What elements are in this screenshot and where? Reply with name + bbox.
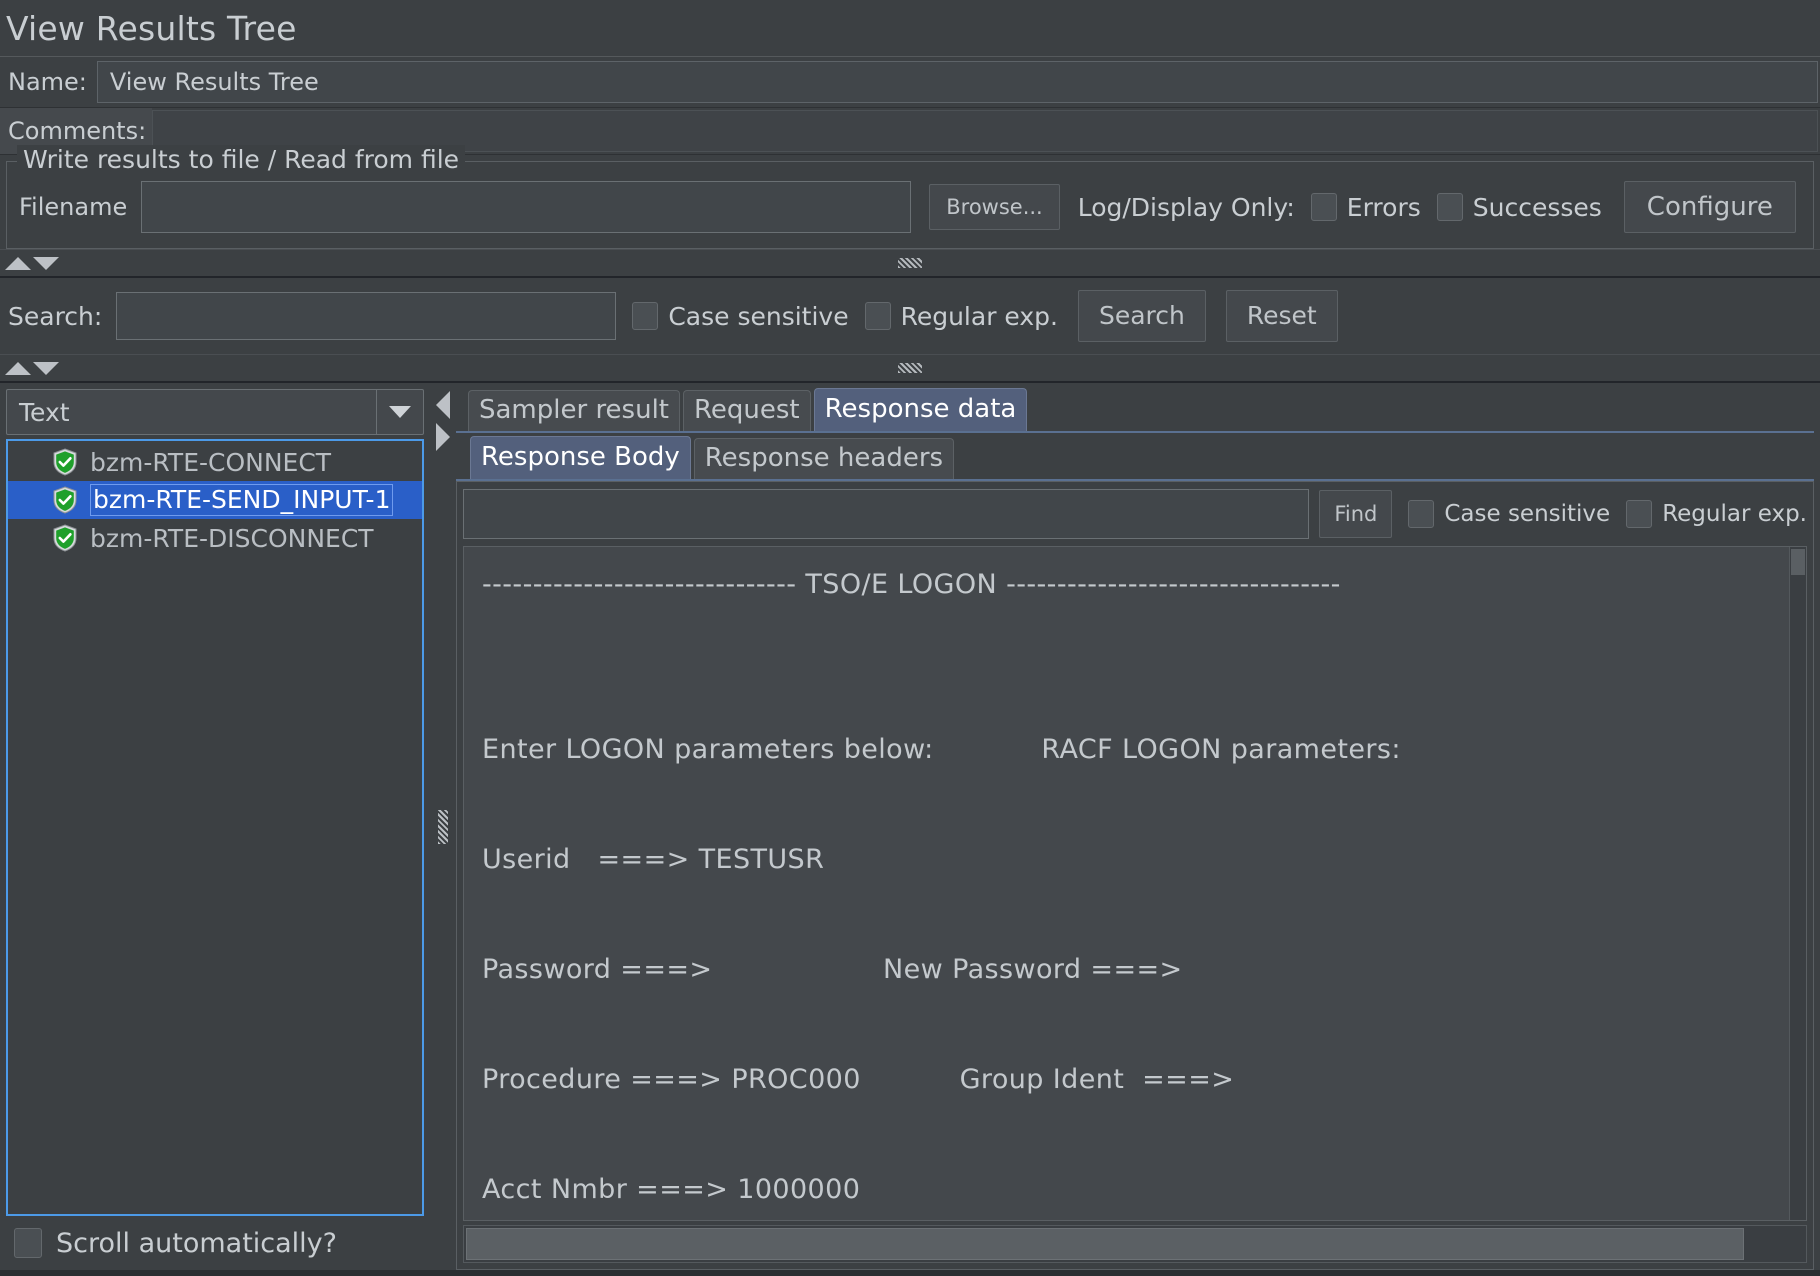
- tree-item-label: bzm-RTE-CONNECT: [90, 447, 332, 477]
- find-case-sensitive-label: Case sensitive: [1444, 501, 1611, 527]
- splitter-grip-icon[interactable]: [438, 809, 448, 844]
- filename-label: Filename: [19, 193, 128, 221]
- reset-button[interactable]: Reset: [1225, 290, 1338, 342]
- left-pane: Text bzm-RTE-CONNECT bzm-RTE-SEND_INPUT-…: [0, 383, 430, 1270]
- page-title: View Results Tree: [6, 8, 297, 48]
- errors-checkbox[interactable]: [1310, 193, 1337, 221]
- right-pane: Sampler result Request Response data Res…: [456, 383, 1820, 1270]
- browse-button[interactable]: Browse...: [929, 184, 1060, 230]
- splitter-collapse-arrows[interactable]: [0, 256, 59, 270]
- tree-item-label: bzm-RTE-SEND_INPUT-1: [90, 484, 394, 516]
- view-results-tree-window: View Results Tree Name: View Results Tre…: [0, 0, 1820, 1276]
- search-regular-exp-label: Regular exp.: [900, 301, 1058, 331]
- triangle-up-icon[interactable]: [5, 256, 31, 270]
- scroll-automatically-checkbox[interactable]: [14, 1228, 42, 1258]
- find-input[interactable]: [463, 489, 1310, 539]
- search-label: Search:: [8, 301, 103, 331]
- success-shield-icon: [52, 486, 78, 514]
- configure-button[interactable]: Configure: [1623, 181, 1796, 233]
- scroll-automatically-label: Scroll automatically?: [56, 1227, 337, 1259]
- response-body-viewer[interactable]: ------------------------------- TSO/E LO…: [463, 546, 1807, 1221]
- main-split-area: Text bzm-RTE-CONNECT bzm-RTE-SEND_INPUT-…: [0, 381, 1820, 1270]
- scrollbar-thumb[interactable]: [1791, 549, 1805, 575]
- success-shield-icon: [52, 448, 78, 476]
- triangle-up-icon[interactable]: [5, 361, 31, 375]
- find-regular-exp-checkbox[interactable]: [1626, 500, 1653, 528]
- renderer-select[interactable]: Text: [6, 389, 424, 435]
- tree-item-send-input-1[interactable]: bzm-RTE-SEND_INPUT-1: [8, 481, 422, 519]
- results-tree[interactable]: bzm-RTE-CONNECT bzm-RTE-SEND_INPUT-1 bzm…: [6, 439, 424, 1216]
- search-row: Search: Case sensitive Regular exp. Sear…: [0, 276, 1820, 354]
- write-results-group: Write results to file / Read from file F…: [6, 145, 1814, 249]
- tree-item-connect[interactable]: bzm-RTE-CONNECT: [8, 443, 422, 481]
- response-body-horizontal-scrollbar[interactable]: [463, 1225, 1807, 1263]
- search-case-sensitive-label: Case sensitive: [668, 301, 849, 331]
- tab-sampler-result[interactable]: Sampler result: [468, 390, 680, 431]
- search-case-sensitive-checkbox[interactable]: [632, 302, 659, 330]
- chevron-down-icon[interactable]: [376, 390, 423, 434]
- success-shield-icon: [52, 524, 78, 552]
- response-body-text: ------------------------------- TSO/E LO…: [482, 569, 1401, 1205]
- result-tabs: Sampler result Request Response data: [456, 388, 1814, 433]
- name-row: Name: View Results Tree: [0, 56, 1820, 108]
- tab-response-headers[interactable]: Response headers: [693, 438, 955, 479]
- find-regular-exp-label: Regular exp.: [1662, 501, 1807, 527]
- response-body-vertical-scrollbar[interactable]: [1789, 547, 1806, 1220]
- name-input[interactable]: View Results Tree: [96, 61, 1818, 103]
- response-content-box: Find Case sensitive Regular exp. -------…: [456, 481, 1814, 1270]
- scroll-automatically-row: Scroll automatically?: [6, 1216, 430, 1270]
- triangle-down-icon[interactable]: [33, 256, 59, 270]
- tab-response-data[interactable]: Response data: [813, 388, 1028, 431]
- write-results-group-title: Write results to file / Read from file: [17, 145, 466, 174]
- successes-label: Successes: [1472, 192, 1602, 222]
- splitter-strip-mid[interactable]: [0, 354, 1820, 381]
- find-case-sensitive-checkbox[interactable]: [1408, 500, 1435, 528]
- tab-response-body[interactable]: Response Body: [470, 436, 691, 479]
- tree-item-disconnect[interactable]: bzm-RTE-DISCONNECT: [8, 519, 422, 557]
- log-display-only-label: Log/Display Only:: [1077, 192, 1295, 222]
- find-row: Find Case sensitive Regular exp.: [457, 482, 1813, 546]
- errors-label: Errors: [1346, 192, 1421, 222]
- vertical-splitter[interactable]: [430, 383, 456, 1270]
- find-button[interactable]: Find: [1319, 490, 1393, 538]
- triangle-right-icon[interactable]: [436, 423, 450, 451]
- search-regular-exp-checkbox[interactable]: [864, 302, 891, 330]
- triangle-left-icon[interactable]: [436, 391, 450, 419]
- search-button[interactable]: Search: [1077, 290, 1206, 342]
- scrollbar-thumb[interactable]: [466, 1228, 1744, 1260]
- tab-request[interactable]: Request: [683, 390, 811, 431]
- successes-checkbox[interactable]: [1436, 193, 1463, 221]
- splitter-grip-icon[interactable]: [898, 258, 922, 268]
- response-subtabs: Response Body Response headers: [456, 436, 1814, 481]
- splitter-collapse-arrows-2[interactable]: [0, 361, 59, 375]
- renderer-select-value: Text: [19, 397, 70, 427]
- name-label: Name:: [8, 68, 87, 96]
- search-input[interactable]: [116, 292, 617, 340]
- triangle-down-icon[interactable]: [33, 361, 59, 375]
- splitter-strip-top[interactable]: [0, 249, 1820, 276]
- splitter-grip-icon[interactable]: [898, 363, 922, 373]
- filename-input[interactable]: [141, 181, 912, 233]
- tree-item-label: bzm-RTE-DISCONNECT: [90, 523, 374, 553]
